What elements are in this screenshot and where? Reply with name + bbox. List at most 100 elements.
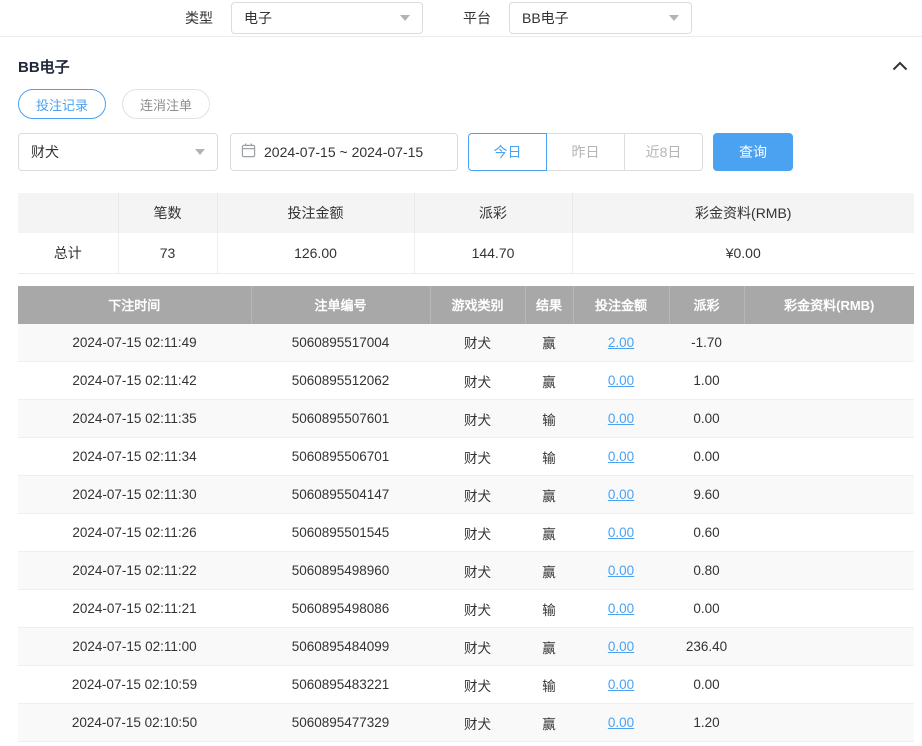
order-number: 5060895498086 xyxy=(251,590,430,628)
payout-value: 0.80 xyxy=(669,552,744,590)
header-bet-amount: 投注金额 xyxy=(573,286,669,324)
bet-amount-link[interactable]: 0.00 xyxy=(608,563,634,578)
summary-bet-amount: 126.00 xyxy=(217,233,414,273)
bet-result: 赢 xyxy=(525,476,573,514)
game-select[interactable]: 财犬 xyxy=(18,133,218,171)
bet-amount-link[interactable]: 0.00 xyxy=(608,411,634,426)
type-field: 类型 电子 xyxy=(185,2,423,34)
bet-amount-link[interactable]: 0.00 xyxy=(608,715,634,730)
table-row: 2024-07-15 02:11:22 5060895498960 财犬 赢 0… xyxy=(18,552,914,590)
bet-amount-link[interactable]: 2.00 xyxy=(608,335,634,350)
summary-total-label: 总计 xyxy=(18,233,118,273)
bet-amount-cell: 0.00 xyxy=(573,590,669,628)
date-range-value: 2024-07-15 ~ 2024-07-15 xyxy=(264,144,423,160)
table-row: 2024-07-15 02:11:35 5060895507601 财犬 输 0… xyxy=(18,400,914,438)
table-row: 2024-07-15 02:11:00 5060895484099 财犬 赢 0… xyxy=(18,628,914,666)
payout-value: 9.60 xyxy=(669,476,744,514)
bet-result: 赢 xyxy=(525,324,573,362)
bonus-value xyxy=(744,552,914,590)
bet-result: 输 xyxy=(525,438,573,476)
bet-amount-link[interactable]: 0.00 xyxy=(608,601,634,616)
payout-value: -1.70 xyxy=(669,324,744,362)
summary-header-bonus: 彩金资料(RMB) xyxy=(572,193,914,233)
chevron-down-icon xyxy=(195,149,205,155)
header-result: 结果 xyxy=(525,286,573,324)
header-payout: 派彩 xyxy=(669,286,744,324)
header-bet-time: 下注时间 xyxy=(18,286,251,324)
quick-range-last8days[interactable]: 近8日 xyxy=(624,133,703,171)
bet-amount-link[interactable]: 0.00 xyxy=(608,373,634,388)
header-bonus: 彩金资料(RMB) xyxy=(744,286,914,324)
collapse-section-button[interactable] xyxy=(886,57,914,75)
payout-value: 0.00 xyxy=(669,438,744,476)
table-row: 2024-07-15 02:11:42 5060895512062 财犬 赢 0… xyxy=(18,362,914,400)
bet-amount-cell: 0.00 xyxy=(573,628,669,666)
game-category: 财犬 xyxy=(430,628,525,666)
bet-amount-link[interactable]: 0.00 xyxy=(608,487,634,502)
order-number: 5060895484099 xyxy=(251,628,430,666)
bet-time: 2024-07-15 02:11:26 xyxy=(18,514,251,552)
bet-amount-cell: 2.00 xyxy=(573,324,669,362)
bonus-value xyxy=(744,514,914,552)
game-category: 财犬 xyxy=(430,552,525,590)
bonus-value xyxy=(744,400,914,438)
date-range-picker[interactable]: 2024-07-15 ~ 2024-07-15 xyxy=(230,133,458,171)
table-row: 2024-07-15 02:11:26 5060895501545 财犬 赢 0… xyxy=(18,514,914,552)
order-number: 5060895506701 xyxy=(251,438,430,476)
quick-range-today[interactable]: 今日 xyxy=(468,133,547,171)
bet-amount-link[interactable]: 0.00 xyxy=(608,639,634,654)
calendar-icon xyxy=(241,143,256,161)
record-tabs: 投注记录 连消注单 xyxy=(18,89,914,119)
bonus-value xyxy=(744,628,914,666)
table-row: 2024-07-15 02:11:49 5060895517004 财犬 赢 2… xyxy=(18,324,914,362)
bet-amount-link[interactable]: 0.00 xyxy=(608,449,634,464)
game-category: 财犬 xyxy=(430,514,525,552)
game-category: 财犬 xyxy=(430,400,525,438)
chevron-up-icon xyxy=(892,59,908,74)
summary-bonus: ¥0.00 xyxy=(572,233,914,273)
bet-table-header-row: 下注时间 注单编号 游戏类别 结果 投注金额 派彩 彩金资料(RMB) xyxy=(18,286,914,324)
table-row: 2024-07-15 02:11:30 5060895504147 财犬 赢 0… xyxy=(18,476,914,514)
payout-value: 0.60 xyxy=(669,514,744,552)
payout-value: 1.00 xyxy=(669,362,744,400)
bet-time: 2024-07-15 02:11:35 xyxy=(18,400,251,438)
payout-value: 1.20 xyxy=(669,704,744,742)
section-header: BB电子 xyxy=(18,37,914,81)
bet-time: 2024-07-15 02:11:00 xyxy=(18,628,251,666)
summary-header-count: 笔数 xyxy=(118,193,217,233)
bonus-value xyxy=(744,324,914,362)
type-select[interactable]: 电子 xyxy=(231,2,423,34)
bet-amount-link[interactable]: 0.00 xyxy=(608,677,634,692)
bet-amount-cell: 0.00 xyxy=(573,704,669,742)
bet-amount-cell: 0.00 xyxy=(573,362,669,400)
quick-range-yesterday[interactable]: 昨日 xyxy=(546,133,625,171)
platform-field: 平台 BB电子 xyxy=(463,2,692,34)
bonus-value xyxy=(744,362,914,400)
top-filter-bar: 类型 电子 平台 BB电子 xyxy=(0,0,922,37)
game-category: 财犬 xyxy=(430,324,525,362)
payout-value: 0.00 xyxy=(669,590,744,628)
bet-amount-cell: 0.00 xyxy=(573,476,669,514)
chevron-down-icon xyxy=(400,15,410,21)
search-button[interactable]: 查询 xyxy=(713,133,793,171)
tab-cancelled-orders[interactable]: 连消注单 xyxy=(122,89,210,119)
order-number: 5060895517004 xyxy=(251,324,430,362)
game-select-value: 财犬 xyxy=(31,142,59,162)
order-number: 5060895483221 xyxy=(251,666,430,704)
game-category: 财犬 xyxy=(430,704,525,742)
type-label: 类型 xyxy=(185,8,213,28)
platform-select[interactable]: BB电子 xyxy=(509,2,692,34)
bet-amount-link[interactable]: 0.00 xyxy=(608,525,634,540)
game-category: 财犬 xyxy=(430,666,525,704)
bet-time: 2024-07-15 02:11:34 xyxy=(18,438,251,476)
main-content: BB电子 投注记录 连消注单 财犬 2024-07-15 ~ 2024-07-1… xyxy=(0,37,922,742)
bet-result: 赢 xyxy=(525,552,573,590)
bet-time: 2024-07-15 02:10:50 xyxy=(18,704,251,742)
summary-header-row: 笔数 投注金额 派彩 彩金资料(RMB) xyxy=(18,193,914,233)
bet-result: 赢 xyxy=(525,628,573,666)
tab-bet-records[interactable]: 投注记录 xyxy=(18,89,106,119)
summary-table: 笔数 投注金额 派彩 彩金资料(RMB) 总计 73 126.00 144.70… xyxy=(18,193,914,274)
bet-amount-cell: 0.00 xyxy=(573,666,669,704)
order-number: 5060895501545 xyxy=(251,514,430,552)
payout-value: 0.00 xyxy=(669,400,744,438)
